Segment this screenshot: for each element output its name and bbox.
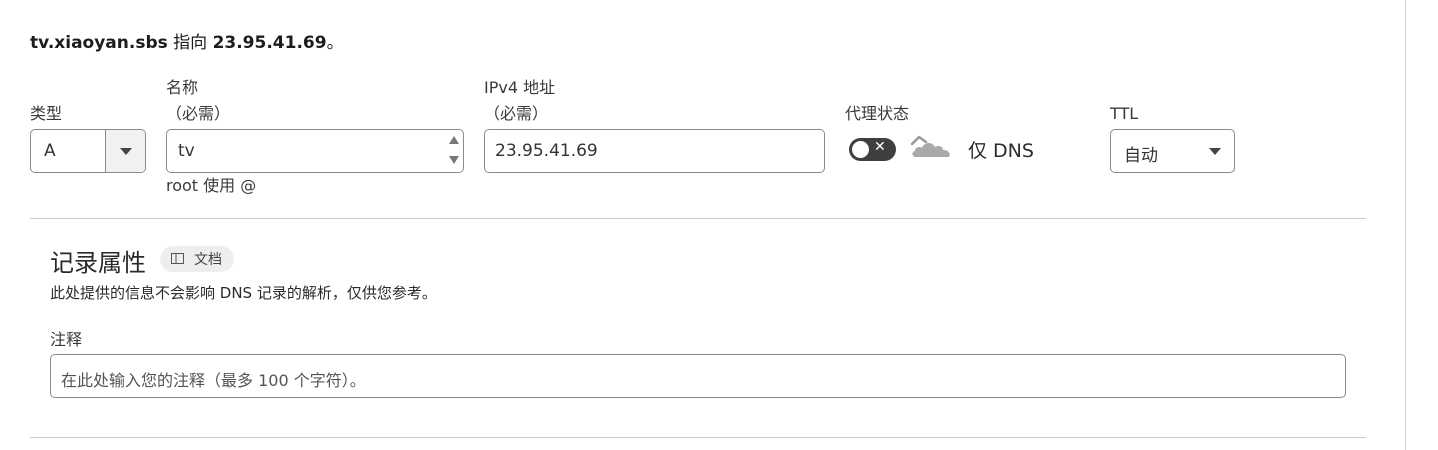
docs-link-label: 文档 [194, 252, 222, 268]
name-input[interactable]: tv [166, 129, 464, 173]
type-label: 类型 [30, 104, 63, 123]
toggle-knob [852, 141, 869, 158]
proxy-toggle[interactable]: ✕ [849, 138, 896, 161]
proxy-status-text: 仅 DNS [968, 140, 1034, 162]
type-select-toggle[interactable] [105, 130, 145, 172]
proxy-status-label: 代理状态 [845, 104, 910, 123]
name-label: 名称 [166, 78, 199, 97]
spinner-up-icon[interactable] [449, 136, 459, 144]
cloud-icon [910, 135, 950, 157]
scrollbar-track[interactable] [1405, 0, 1406, 450]
chevron-down-icon [1209, 148, 1221, 155]
name-hint: root 使用 @ [166, 176, 257, 195]
type-select-value: A [44, 141, 56, 161]
close-icon: ✕ [874, 139, 886, 155]
book-icon [171, 253, 184, 264]
chevron-down-icon [120, 148, 132, 155]
summary-points-to: 指向 [173, 33, 208, 53]
ttl-label: TTL [1110, 104, 1139, 123]
ipv4-required: （必需） [484, 104, 549, 123]
record-attributes-title: 记录属性 [50, 249, 146, 277]
summary-host: tv.xiaoyan.sbs [30, 33, 168, 53]
bottom-divider [30, 437, 1366, 438]
ipv4-input[interactable]: 23.95.41.69 [484, 129, 825, 173]
ttl-select-value: 自动 [1124, 146, 1158, 166]
notes-label: 注释 [50, 330, 83, 349]
record-attributes-description: 此处提供的信息不会影响 DNS 记录的解析，仅供您参考。 [50, 284, 437, 302]
type-select[interactable]: A [30, 129, 146, 173]
summary-end: 。 [326, 33, 344, 53]
name-required: （必需） [166, 104, 231, 123]
ipv4-label: IPv4 地址 [484, 78, 556, 97]
record-summary: tv.xiaoyan.sbs 指向 23.95.41.69。 [30, 28, 344, 53]
notes-input[interactable]: 在此处输入您的注释（最多 100 个字符）。 [50, 354, 1346, 398]
ipv4-input-value: 23.95.41.69 [495, 141, 598, 161]
ttl-select[interactable]: 自动 [1110, 129, 1235, 173]
spinner-down-icon[interactable] [449, 156, 459, 164]
summary-ip: 23.95.41.69 [212, 33, 327, 53]
docs-link[interactable]: 文档 [160, 246, 234, 272]
section-divider [30, 218, 1366, 219]
spinner-arrows-icon[interactable] [448, 134, 460, 168]
name-input-value: tv [178, 141, 195, 161]
notes-placeholder: 在此处输入您的注释（最多 100 个字符）。 [61, 371, 366, 390]
